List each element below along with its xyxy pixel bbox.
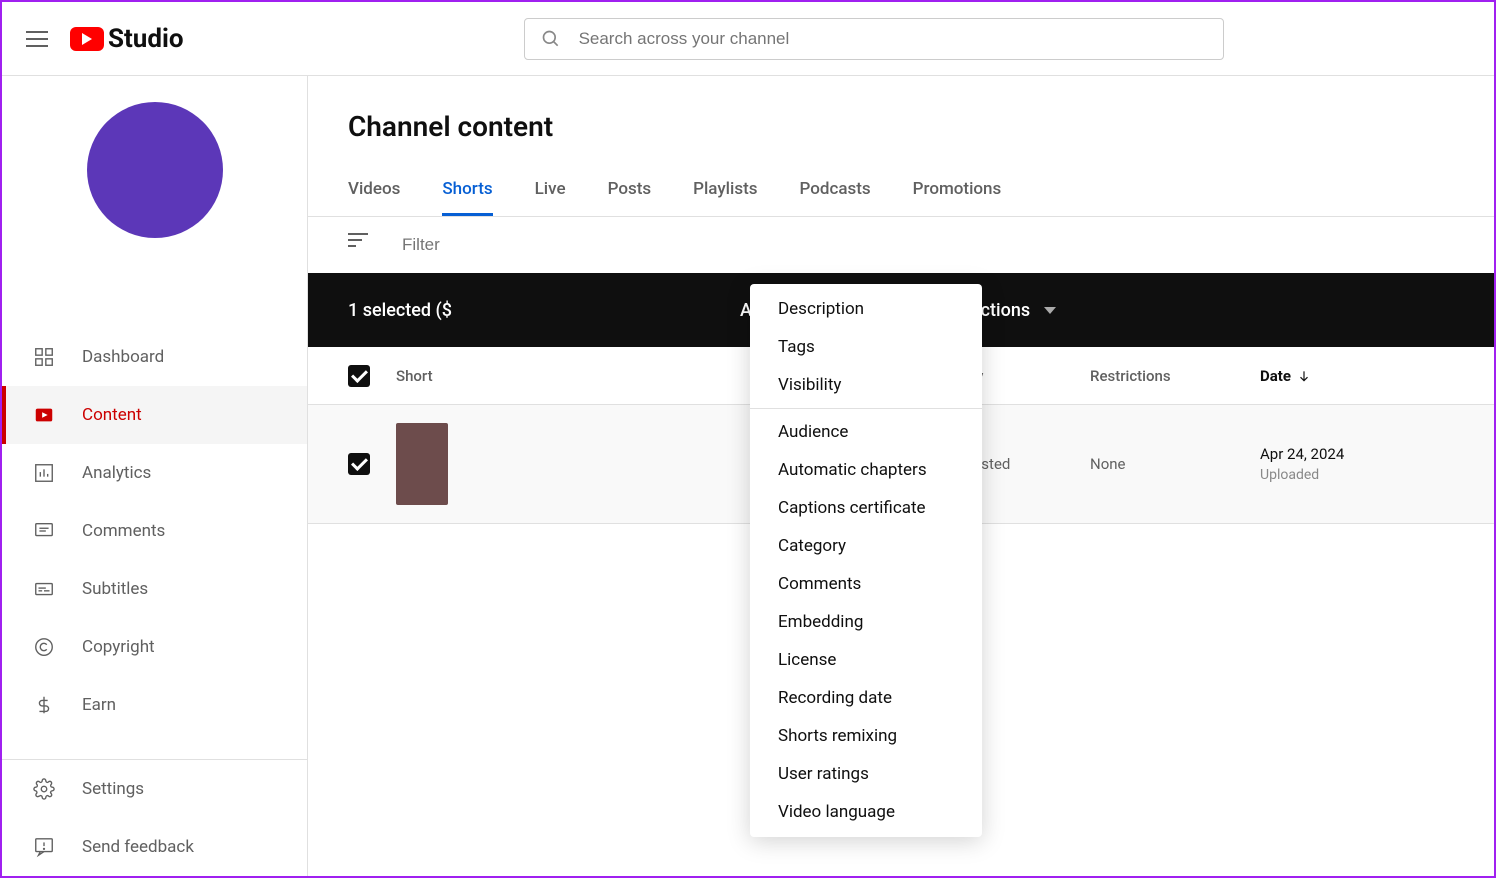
settings-icon bbox=[32, 777, 56, 801]
tabs: Videos Shorts Live Posts Playlists Podca… bbox=[308, 169, 1494, 217]
sidebar-item-label: Settings bbox=[82, 779, 144, 799]
edit-option-tags[interactable]: Tags bbox=[750, 328, 982, 366]
edit-option-user-ratings[interactable]: User ratings bbox=[750, 755, 982, 793]
channel-avatar[interactable] bbox=[87, 102, 223, 238]
sidebar-footer: Settings Send feedback bbox=[2, 759, 307, 876]
edit-option-recording-date[interactable]: Recording date bbox=[750, 679, 982, 717]
comments-icon bbox=[32, 519, 56, 543]
menu-icon[interactable] bbox=[26, 27, 50, 51]
search-input[interactable] bbox=[579, 29, 1207, 49]
row-checkbox[interactable] bbox=[348, 453, 370, 475]
tab-podcasts[interactable]: Podcasts bbox=[800, 169, 871, 216]
filter-row bbox=[308, 217, 1494, 273]
edit-option-comments[interactable]: Comments bbox=[750, 565, 982, 603]
sidebar-nav: Dashboard Content Analytics Comments bbox=[2, 328, 307, 759]
tab-playlists[interactable]: Playlists bbox=[693, 169, 757, 216]
search-icon bbox=[541, 29, 561, 49]
main: Channel content Videos Shorts Live Posts… bbox=[308, 76, 1494, 876]
short-thumbnail[interactable] bbox=[396, 423, 448, 505]
tab-videos[interactable]: Videos bbox=[348, 169, 400, 216]
restrictions-cell: None bbox=[1090, 455, 1260, 473]
edit-option-description[interactable]: Description bbox=[750, 290, 982, 328]
tab-live[interactable]: Live bbox=[535, 169, 566, 216]
page-title: Channel content bbox=[308, 76, 1494, 169]
chevron-down-icon bbox=[1044, 307, 1056, 314]
sidebar-item-label: Content bbox=[82, 405, 142, 425]
date-cell: Apr 24, 2024 Uploaded bbox=[1260, 445, 1454, 483]
sidebar-item-dashboard[interactable]: Dashboard bbox=[2, 328, 307, 386]
sidebar-item-label: Comments bbox=[82, 521, 165, 541]
sidebar-item-content[interactable]: Content bbox=[2, 386, 307, 444]
edit-dropdown[interactable]: Description Tags Visibility Audience Aut… bbox=[750, 284, 982, 837]
sidebar-item-analytics[interactable]: Analytics bbox=[2, 444, 307, 502]
content-icon bbox=[32, 403, 56, 427]
studio-logo[interactable]: Studio bbox=[70, 24, 184, 54]
sidebar-item-label: Dashboard bbox=[82, 347, 164, 367]
subtitles-icon bbox=[32, 577, 56, 601]
sidebar-item-subtitles[interactable]: Subtitles bbox=[2, 560, 307, 618]
analytics-icon bbox=[32, 461, 56, 485]
edit-option-visibility[interactable]: Visibility bbox=[750, 366, 982, 404]
feedback-icon bbox=[32, 835, 56, 859]
play-icon bbox=[70, 27, 104, 51]
edit-option-captions-certificate[interactable]: Captions certificate bbox=[750, 489, 982, 527]
tab-posts[interactable]: Posts bbox=[608, 169, 652, 216]
edit-option-automatic-chapters[interactable]: Automatic chapters bbox=[750, 451, 982, 489]
logo-text: Studio bbox=[108, 24, 184, 54]
copyright-icon bbox=[32, 635, 56, 659]
sidebar-item-label: Copyright bbox=[82, 637, 155, 657]
sidebar-item-label: Subtitles bbox=[82, 579, 148, 599]
tab-shorts[interactable]: Shorts bbox=[442, 169, 492, 216]
sidebar: Dashboard Content Analytics Comments bbox=[2, 76, 308, 876]
sidebar-item-label: Analytics bbox=[82, 463, 151, 483]
column-restrictions[interactable]: Restrictions bbox=[1090, 367, 1260, 385]
select-all-checkbox[interactable] bbox=[348, 365, 370, 387]
filter-input[interactable] bbox=[402, 235, 623, 255]
edit-option-shorts-remixing[interactable]: Shorts remixing bbox=[750, 717, 982, 755]
sidebar-item-copyright[interactable]: Copyright bbox=[2, 618, 307, 676]
header: Studio bbox=[2, 2, 1494, 76]
earn-icon bbox=[32, 693, 56, 717]
sidebar-item-feedback[interactable]: Send feedback bbox=[2, 818, 307, 876]
tab-promotions[interactable]: Promotions bbox=[913, 169, 1002, 216]
selected-count: 1 selected ($ bbox=[348, 300, 452, 321]
filter-icon[interactable] bbox=[348, 233, 372, 257]
sidebar-item-label: Earn bbox=[82, 695, 116, 715]
sidebar-item-comments[interactable]: Comments bbox=[2, 502, 307, 560]
sidebar-item-earn[interactable]: Earn bbox=[2, 676, 307, 734]
edit-option-video-language[interactable]: Video language bbox=[750, 793, 982, 831]
column-date[interactable]: Date bbox=[1260, 367, 1454, 385]
sidebar-item-label: Send feedback bbox=[82, 837, 194, 857]
edit-option-embedding[interactable]: Embedding bbox=[750, 603, 982, 641]
sidebar-item-settings[interactable]: Settings bbox=[2, 760, 307, 818]
arrow-down-icon bbox=[1297, 369, 1311, 383]
edit-option-license[interactable]: License bbox=[750, 641, 982, 679]
edit-option-category[interactable]: Category bbox=[750, 527, 982, 565]
dashboard-icon bbox=[32, 345, 56, 369]
edit-option-audience[interactable]: Audience bbox=[750, 413, 982, 451]
search-box[interactable] bbox=[524, 18, 1224, 60]
